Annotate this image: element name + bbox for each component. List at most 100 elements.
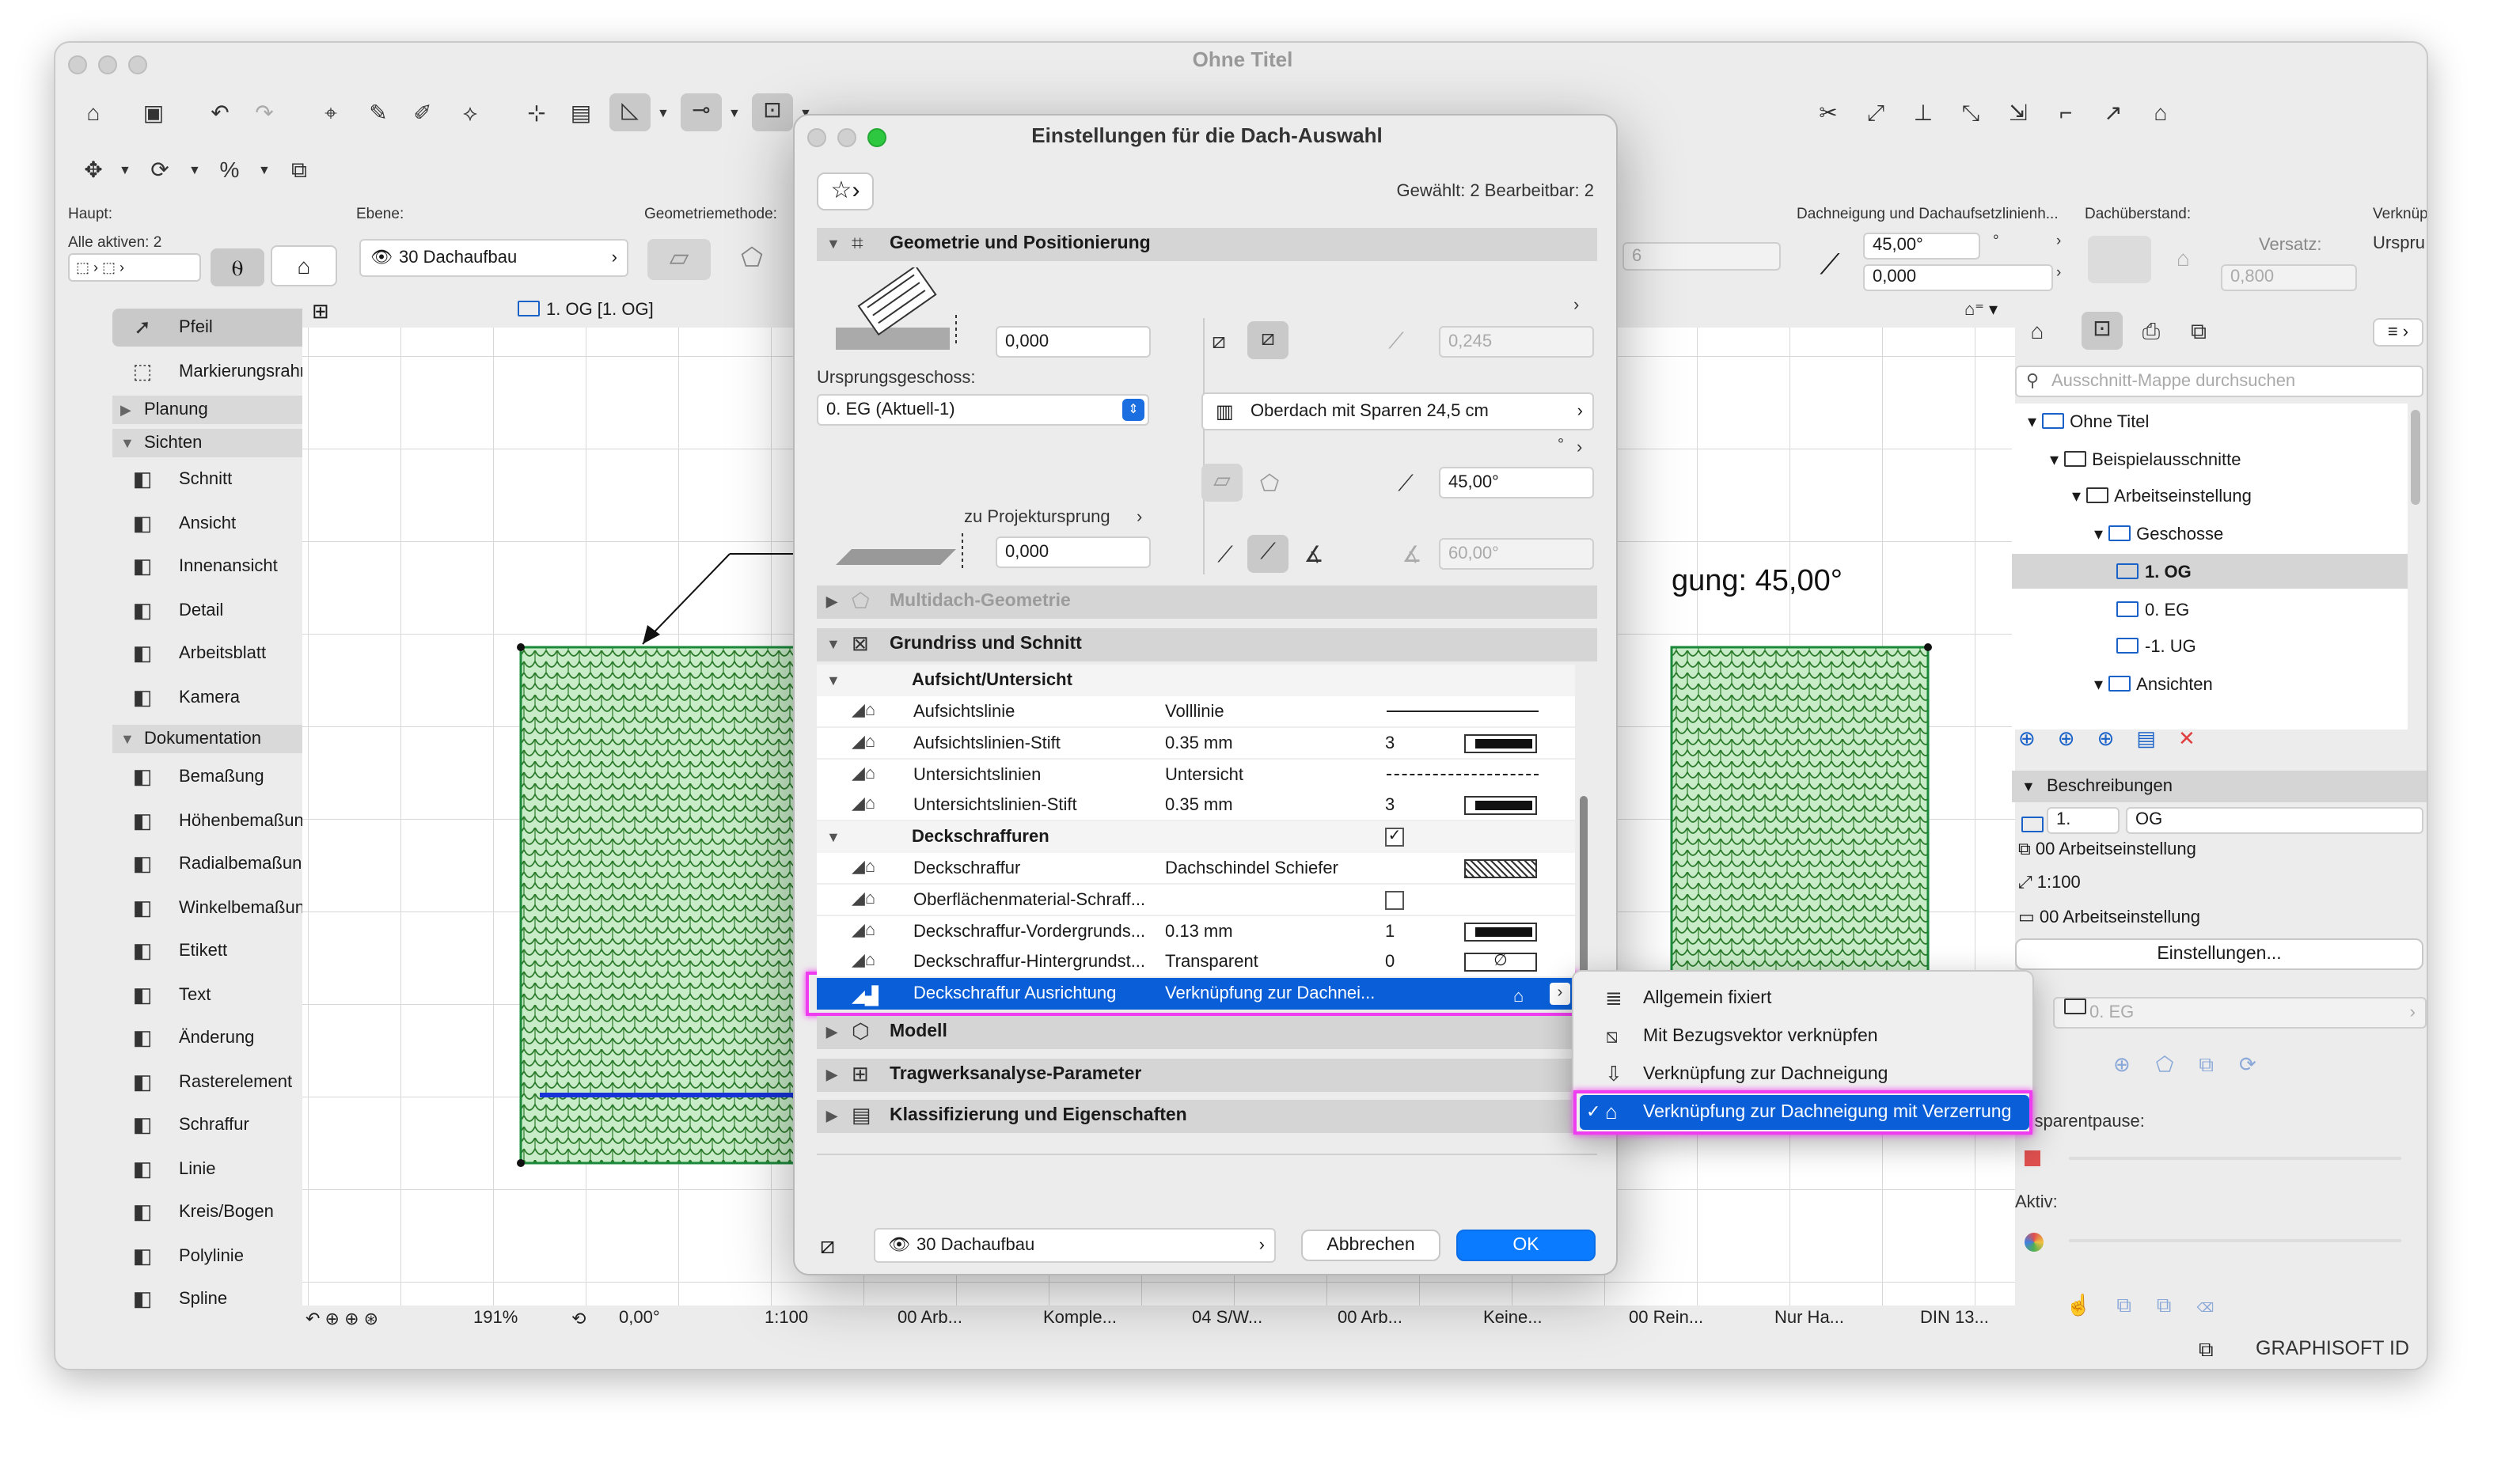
property-row[interactable]: ◢⌂ Untersichtslinien-Stift 0.35 mm 3	[817, 790, 1575, 822]
angle-arrow[interactable]: ›	[1577, 438, 1582, 457]
tree-scrollbar[interactable]	[2411, 410, 2420, 505]
section-multidach[interactable]: ▶ ⬠ Multidach-Geometrie	[817, 585, 1597, 619]
navigator-actions[interactable]: ⊕⊕⊕▤✕	[2018, 726, 2218, 752]
transparency-slider[interactable]	[2069, 1157, 2401, 1160]
view-combo[interactable]: 00 Arb...	[1338, 1309, 1402, 1328]
cancel-button[interactable]: Abbrechen	[1301, 1230, 1440, 1261]
slope-angle-field[interactable]: 45,00°	[1863, 233, 1980, 260]
layer-combo[interactable]: 00 Arb...	[898, 1309, 962, 1328]
scale-value[interactable]: 1:100	[765, 1309, 808, 1328]
home-icon[interactable]: ⌂	[78, 97, 109, 128]
element-selector[interactable]: ⬚ › ⬚ ›	[68, 253, 201, 282]
magic-wand-icon[interactable]: ⟡	[454, 97, 486, 128]
snap-guides-icon[interactable]: ⊸	[681, 93, 722, 131]
resize-icon[interactable]: ⤡	[1955, 97, 1987, 128]
slope-angle-field[interactable]: 45,00°	[1439, 467, 1594, 498]
geometry-method-multi-icon[interactable]: ⬠	[720, 239, 784, 280]
undo-zoom-icon[interactable]: ↶ ⊕ ⊕ ⊛	[306, 1309, 378, 1329]
tree-item[interactable]: ▾ Beispielausschnitte	[2050, 442, 2241, 477]
pen-swatch[interactable]	[1464, 922, 1537, 942]
stretch-icon[interactable]: ⇲	[2002, 97, 2034, 128]
transparent-swatch[interactable]: ∅	[1464, 953, 1537, 972]
undo-icon[interactable]: ↶	[204, 97, 236, 128]
save-icon[interactable]: ▣	[138, 97, 169, 128]
section-geometrie[interactable]: ▼ ⌗ Geometrie und Positionierung	[817, 228, 1597, 261]
dialog-layer-dropdown[interactable]: 👁 30 Dachaufbau ›	[874, 1228, 1276, 1263]
beschreibungen-header[interactable]: ▼ Beschreibungen	[2012, 771, 2427, 802]
tree-item[interactable]: ▾ Arbeitseinstellung	[2072, 480, 2252, 515]
pen-set[interactable]: 04 S/W...	[1192, 1309, 1262, 1328]
dimension-toggle-icon[interactable]: ▤	[565, 97, 597, 128]
property-row[interactable]: ◢⌂ Deckschraffur-Vordergrunds... 0.13 mm 1	[817, 915, 1575, 948]
edge-vertical-icon[interactable]: ⟋	[1209, 538, 1241, 570]
section-klassifizierung[interactable]: ▶ ▤ Klassifizierung und Eigenschaften	[817, 1100, 1597, 1133]
adjust-icon[interactable]: ⤢	[1860, 97, 1892, 128]
layer-dropdown[interactable]: 👁 30 Dachaufbau ›	[359, 239, 628, 277]
einstellungen-button[interactable]: Einstellungen...	[2015, 938, 2423, 970]
section-tragwerk[interactable]: ▶ ⊞ Tragwerksanalyse-Parameter	[817, 1059, 1597, 1092]
intersect-icon[interactable]: ⊥	[1907, 97, 1939, 128]
split-window-icon[interactable]: ⧉	[2199, 1337, 2214, 1362]
story-name-field[interactable]: OG	[2126, 807, 2423, 834]
geo-expand-arrow[interactable]: ›	[1573, 296, 1579, 315]
color-wheel-icon[interactable]	[2025, 1233, 2044, 1252]
deckschraffuren-checkbox[interactable]: ✓	[1385, 828, 1404, 847]
story-id-field[interactable]: 1.	[2047, 807, 2120, 834]
menu-item-bezugsvektor[interactable]: ⧅ Mit Bezugsvektor verknüpfen	[1580, 1019, 2029, 1054]
guide-lines-icon[interactable]: ◺	[609, 93, 651, 131]
pivot-height-field[interactable]: 0,000	[1863, 264, 2053, 291]
fillet-icon[interactable]: ⌐	[2050, 97, 2082, 128]
eaves-icon[interactable]	[2088, 236, 2151, 283]
snap-icon[interactable]: ⊹	[521, 97, 552, 128]
project-map-icon[interactable]: ⌂	[2021, 315, 2053, 347]
structure-display[interactable]: Nur Ha...	[1774, 1309, 1844, 1328]
subsection-aufsicht[interactable]: ▼ Aufsicht/Untersicht	[817, 665, 1575, 696]
line-swatch[interactable]	[1387, 711, 1539, 712]
projekt-field[interactable]: 0,000	[996, 536, 1151, 568]
tree-item[interactable]: ▾ Ansichten	[2094, 668, 2213, 703]
menu-item-allgemein-fixiert[interactable]: ≣ Allgemein fixiert	[1580, 981, 2029, 1016]
pen-swatch[interactable]	[1464, 796, 1537, 816]
dashed-line-swatch[interactable]	[1387, 773, 1539, 775]
favorites-button[interactable]: ☆›	[817, 172, 874, 210]
tree-item[interactable]: ▾ Geschosse	[2094, 517, 2223, 552]
top-offset-field[interactable]: 0,000	[996, 326, 1151, 358]
property-row[interactable]: ◢⌂ Untersichtslinien Untersicht	[817, 759, 1575, 791]
navigator-search[interactable]: ⚲ Ausschnitt-Mappe durchsuchen	[2015, 366, 2423, 397]
thickness-mode-2-icon[interactable]: ⧄	[1247, 321, 1288, 359]
navigator-menu-button[interactable]: ≡ ›	[2373, 318, 2423, 347]
slope-arrow[interactable]: ›	[2056, 233, 2061, 250]
transparency-swatch[interactable]	[2025, 1150, 2040, 1166]
roof-icon[interactable]: ⌂	[2145, 97, 2177, 128]
aktiv-slider[interactable]	[2069, 1239, 2401, 1242]
tree-item[interactable]: 1. OG	[2116, 555, 2192, 590]
eyedropper-icon[interactable]: ✎	[362, 97, 394, 128]
roof-right-part[interactable]	[1670, 646, 1930, 1006]
composite-dropdown[interactable]: ▥ Oberdach mit Sparren 24,5 cm ›	[1201, 392, 1594, 430]
duplicate-icon[interactable]: ⧉	[283, 153, 315, 185]
property-row[interactable]: ◢⌂ Aufsichtslinie Volllinie	[817, 696, 1575, 728]
move-icon[interactable]: ✥	[78, 153, 109, 185]
layout-book-icon[interactable]: ⎙	[2135, 315, 2167, 347]
roof-geometry-icon[interactable]: ⍬	[211, 248, 264, 286]
thickness-mode-1-icon[interactable]: ⧄	[1203, 324, 1235, 356]
section-modell[interactable]: ▶ ⬡ Modell	[817, 1016, 1597, 1049]
curve-icon[interactable]: ↗	[2097, 97, 2129, 128]
hatch-swatch[interactable]	[1464, 859, 1537, 878]
split-icon[interactable]: ✂	[1812, 97, 1844, 128]
property-row[interactable]: ◢⌂ Deckschraffur Dachschindel Schiefer	[817, 853, 1575, 885]
tree-item[interactable]: 0. EG	[2116, 593, 2189, 627]
canvas-tab[interactable]: 1. OG [1. OG]	[518, 301, 654, 320]
property-row[interactable]: ◢⌂ Oberflächenmaterial-Schraff...	[817, 884, 1575, 916]
ursprung-dropdown[interactable]: 0. EG (Aktuell-1) ⇕	[817, 394, 1149, 426]
redo-icon[interactable]: ↷	[249, 97, 280, 128]
section-grundriss[interactable]: ▼ ⊠ Grundriss und Schnitt	[817, 628, 1597, 661]
gravity-icon[interactable]: ⊡	[752, 93, 793, 131]
grid-view-icon[interactable]: ⊞	[312, 299, 329, 324]
roof-shape-icon[interactable]: ⌂	[271, 245, 337, 286]
edge-perpendicular-icon[interactable]: ⟋	[1247, 535, 1288, 573]
dimension-standard[interactable]: DIN 13...	[1920, 1309, 1989, 1328]
pivot-arrow[interactable]: ›	[2056, 264, 2061, 282]
menu-item-dachneigung[interactable]: ⇩ Verknüpfung zur Dachneigung	[1580, 1057, 2029, 1092]
property-row[interactable]: ◢⌂ Aufsichtslinien-Stift 0.35 mm 3	[817, 727, 1575, 760]
